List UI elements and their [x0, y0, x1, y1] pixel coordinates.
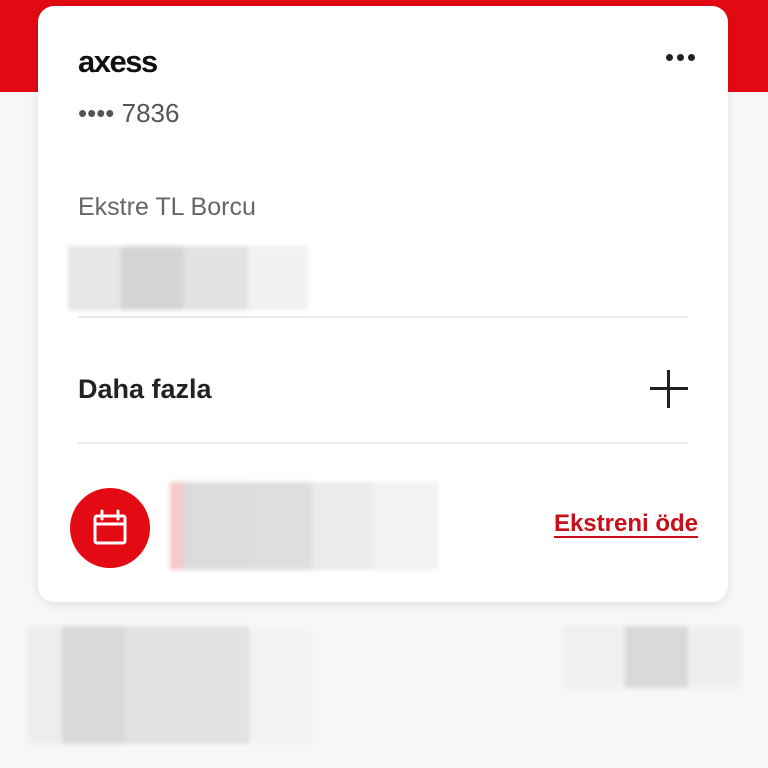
statement-balance-value-redacted	[68, 246, 308, 310]
calendar-button[interactable]	[70, 488, 150, 568]
more-details-row[interactable]: Daha fazla	[78, 344, 688, 434]
calendar-icon	[93, 509, 127, 545]
statement-balance-label: Ekstre TL Borcu	[78, 193, 256, 221]
plus-icon[interactable]	[650, 370, 688, 408]
credit-card-panel: axess •••• 7836 Ekstre TL Borcu Daha faz…	[38, 6, 728, 602]
redacted-content	[28, 626, 312, 744]
redacted-content	[562, 626, 742, 688]
more-details-label: Daha fazla	[78, 373, 212, 404]
due-date-redacted	[170, 482, 438, 570]
pay-statement-link[interactable]: Ekstreni öde	[554, 510, 698, 538]
divider	[78, 442, 688, 444]
divider	[78, 316, 688, 318]
more-horizontal-icon	[665, 53, 673, 61]
brand-logo: axess	[78, 44, 158, 79]
card-number: •••• 7836	[78, 98, 180, 128]
more-options-button[interactable]	[660, 42, 700, 72]
